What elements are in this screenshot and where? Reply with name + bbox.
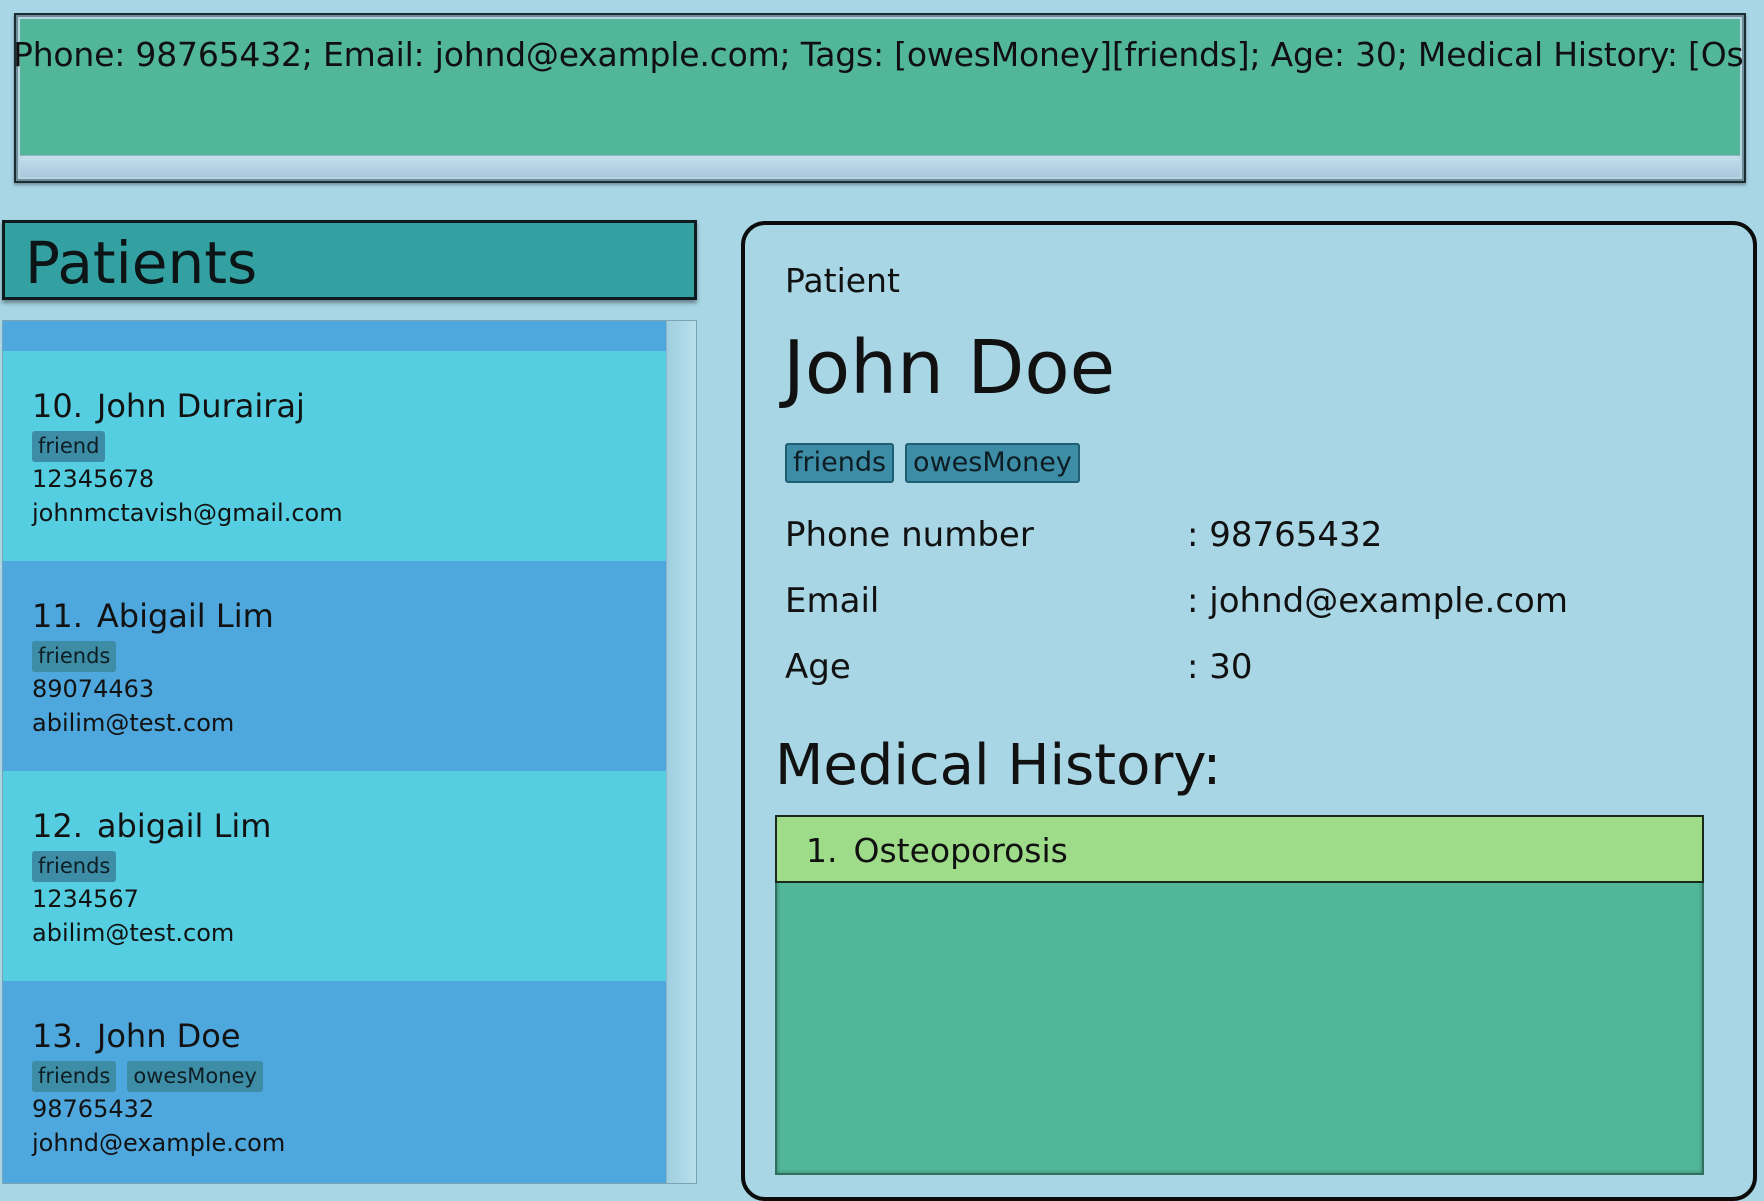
- patients-panel-title: Patients: [25, 229, 258, 297]
- patient-card-index: 11.: [32, 597, 83, 635]
- patient-card-tags: friends owesMoney: [32, 1061, 667, 1092]
- patient-card-phone: 12345678: [32, 465, 155, 493]
- patients-panel-header: Patients: [2, 220, 697, 300]
- age-row: Age 30: [785, 647, 1685, 691]
- list-item-partial[interactable]: [3, 321, 696, 351]
- patient-detail-panel: Patient John Doe friends owesMoney Phone …: [741, 221, 1757, 1201]
- patient-card[interactable]: 11. Abigail Lim friends 89074463 abilim@t…: [3, 561, 667, 771]
- medical-history-title: Medical History:: [775, 733, 1222, 798]
- patient-card-index: 13.: [32, 1017, 83, 1055]
- result-horizontal-scrollbar[interactable]: [20, 155, 1740, 177]
- patient-card-index: 10.: [32, 387, 83, 425]
- patient-card-name: abigail Lim: [96, 807, 272, 845]
- medical-history-index: 1.: [806, 831, 838, 870]
- email-value: johnd@example.com: [1187, 581, 1568, 621]
- patient-list[interactable]: 10. John Durairaj friend 12345678 johnmct…: [2, 320, 697, 1184]
- patient-card-name-line: 10. John Durairaj: [32, 387, 667, 425]
- patient-list-scrollbar[interactable]: [666, 321, 696, 1183]
- patient-card-name-line: 11. Abigail Lim: [32, 597, 667, 635]
- phone-label: Phone number: [785, 515, 1034, 555]
- tag-badge: owesMoney: [127, 1061, 263, 1092]
- tag-badge: owesMoney: [905, 443, 1080, 483]
- patient-card-email: abilim@test.com: [32, 919, 235, 947]
- phone-row: Phone number 98765432: [785, 515, 1685, 559]
- age-value: 30: [1187, 647, 1252, 687]
- tag-badge: friends: [785, 443, 895, 483]
- patient-card-email: johnd@example.com: [32, 1129, 286, 1157]
- patient-card-name: John Doe: [96, 1017, 241, 1055]
- patient-detail-name: John Doe: [783, 325, 1116, 411]
- patient-card[interactable]: 13. John Doe friends owesMoney 98765432 jo…: [3, 981, 667, 1183]
- patient-card-email: johnmctavish@gmail.com: [32, 499, 343, 527]
- tag-badge: friends: [32, 851, 117, 882]
- tag-badge: friends: [32, 1061, 117, 1092]
- result-display: Phone: 98765432; Email: johnd@example.co…: [14, 13, 1746, 183]
- patient-card-phone: 98765432: [32, 1095, 155, 1123]
- tag-badge: friends: [32, 641, 117, 672]
- patient-card-name-line: 12. abigail Lim: [32, 807, 667, 845]
- patient-card-tags: friends: [32, 641, 667, 672]
- patient-detail-caption: Patient: [785, 261, 900, 300]
- patient-detail-tags: friends owesMoney: [785, 443, 1091, 483]
- patient-card-name: Abigail Lim: [96, 597, 274, 635]
- patient-card[interactable]: 10. John Durairaj friend 12345678 johnmct…: [3, 351, 667, 561]
- medical-history-item[interactable]: 1. Osteoporosis: [775, 815, 1704, 883]
- result-message: Phone: 98765432; Email: johnd@example.co…: [14, 35, 1746, 74]
- email-label: Email: [785, 581, 880, 621]
- age-label: Age: [785, 647, 851, 687]
- patient-card-tags: friends: [32, 851, 667, 882]
- medical-history-list[interactable]: 1. Osteoporosis: [775, 815, 1704, 1175]
- email-row: Email johnd@example.com: [785, 581, 1685, 625]
- tag-badge: friend: [32, 431, 106, 462]
- phone-value: 98765432: [1187, 515, 1382, 555]
- patient-card-index: 12.: [32, 807, 83, 845]
- patient-card[interactable]: 12. abigail Lim friends 1234567 abilim@te…: [3, 771, 667, 981]
- medical-history-condition: Osteoporosis: [853, 831, 1068, 870]
- patient-card-name: John Durairaj: [96, 387, 305, 425]
- patient-card-tags: friend: [32, 431, 667, 462]
- patient-card-email: abilim@test.com: [32, 709, 235, 737]
- patient-card-name-line: 13. John Doe: [32, 1017, 667, 1055]
- patient-card-phone: 1234567: [32, 885, 139, 913]
- patient-card-phone: 89074463: [32, 675, 155, 703]
- result-text-area[interactable]: Phone: 98765432; Email: johnd@example.co…: [16, 19, 1744, 162]
